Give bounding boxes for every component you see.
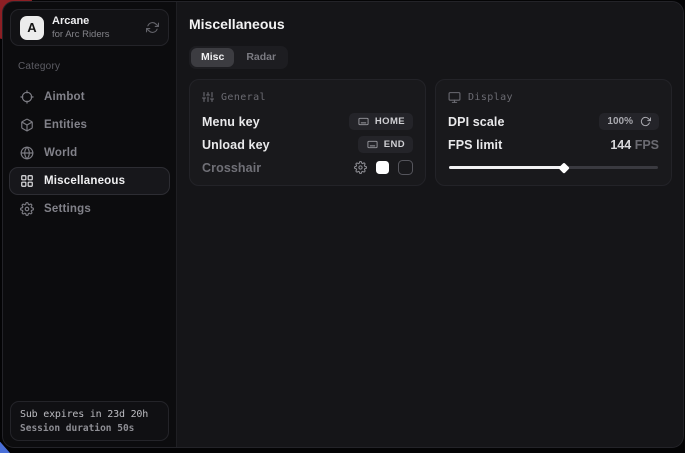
sidebar-item-settings[interactable]: Settings <box>9 195 170 223</box>
reset-rotate-icon[interactable] <box>640 116 651 127</box>
crosshair-row: Crosshair <box>202 158 413 177</box>
tab-misc[interactable]: Misc <box>191 48 234 67</box>
display-panel-header: Display <box>448 90 659 104</box>
menu-key-value: HOME <box>375 116 405 127</box>
crosshair-icon <box>20 90 34 104</box>
menu-key-label: Menu key <box>202 115 260 129</box>
sidebar-item-miscellaneous[interactable]: Miscellaneous <box>9 167 170 195</box>
keyboard-icon <box>366 139 379 150</box>
general-panel-title: General <box>221 92 266 103</box>
account-name: Arcane <box>52 16 110 27</box>
unload-key-bind-button[interactable]: END <box>358 136 413 153</box>
display-panel: Display DPI scale 100% FPS limit <box>435 79 672 186</box>
grid-icon <box>20 174 34 188</box>
account-card[interactable]: A Arcane for Arc Riders <box>10 9 169 46</box>
display-panel-title: Display <box>468 92 513 103</box>
keyboard-icon <box>357 116 370 127</box>
globe-icon <box>20 146 34 160</box>
sidebar-item-label: Aimbot <box>44 91 85 103</box>
unload-key-row: Unload key END <box>202 135 413 154</box>
account-text: Arcane for Arc Riders <box>52 16 110 40</box>
sidebar-item-label: Settings <box>44 203 91 215</box>
main-content: Miscellaneous Misc Radar General Menu ke… <box>177 2 683 447</box>
session-duration: Session duration 50s <box>20 423 159 434</box>
crosshair-settings-gear-icon[interactable] <box>354 161 367 174</box>
crosshair-controls <box>354 160 413 175</box>
dpi-scale-row: DPI scale 100% <box>448 112 659 131</box>
sidebar-nav: Aimbot Entities World Miscellaneous <box>3 83 176 223</box>
subscription-card: Sub expires in 23d 20h Session duration … <box>10 401 169 441</box>
panels-row: General Menu key HOME Unload key <box>189 79 683 186</box>
dpi-scale-control[interactable]: 100% <box>599 113 659 130</box>
app-window: A Arcane for Arc Riders Category Aimbot <box>2 1 684 448</box>
sync-icon[interactable] <box>146 21 159 34</box>
box-icon <box>20 118 34 132</box>
crosshair-label: Crosshair <box>202 161 261 175</box>
sidebar: A Arcane for Arc Riders Category Aimbot <box>3 2 177 447</box>
app-logo: A <box>20 16 44 40</box>
slider-fill <box>449 166 564 169</box>
general-panel-header: General <box>202 90 413 104</box>
page-title: Miscellaneous <box>189 16 683 32</box>
sidebar-item-label: Entities <box>44 119 87 131</box>
menu-key-row: Menu key HOME <box>202 112 413 131</box>
fps-limit-slider[interactable] <box>449 163 658 171</box>
tab-bar: Misc Radar <box>189 46 288 69</box>
unload-key-label: Unload key <box>202 138 270 152</box>
slider-thumb[interactable] <box>559 162 570 173</box>
dpi-scale-label: DPI scale <box>448 115 505 129</box>
sidebar-item-entities[interactable]: Entities <box>9 111 170 139</box>
dpi-scale-value: 100% <box>607 116 633 127</box>
general-panel: General Menu key HOME Unload key <box>189 79 426 186</box>
unload-key-value: END <box>384 139 405 150</box>
menu-key-bind-button[interactable]: HOME <box>349 113 413 130</box>
gear-icon <box>20 202 34 216</box>
fps-number: 144 <box>610 138 631 152</box>
account-subtitle: for Arc Riders <box>52 30 110 40</box>
sidebar-item-aimbot[interactable]: Aimbot <box>9 83 170 111</box>
fps-limit-row: FPS limit 144 FPS <box>448 135 659 154</box>
fps-limit-label: FPS limit <box>448 138 502 152</box>
crosshair-color-swatch[interactable] <box>376 161 389 174</box>
sliders-icon <box>202 91 214 103</box>
subscription-expiry: Sub expires in 23d 20h <box>20 409 159 420</box>
monitor-icon <box>448 91 461 104</box>
fps-unit: FPS <box>635 138 659 152</box>
sidebar-item-label: World <box>44 147 77 159</box>
crosshair-checkbox[interactable] <box>398 160 413 175</box>
sidebar-item-world[interactable]: World <box>9 139 170 167</box>
tab-radar[interactable]: Radar <box>236 48 286 67</box>
sidebar-item-label: Miscellaneous <box>44 175 125 187</box>
category-label: Category <box>18 61 176 72</box>
fps-limit-value: 144 FPS <box>610 138 659 152</box>
